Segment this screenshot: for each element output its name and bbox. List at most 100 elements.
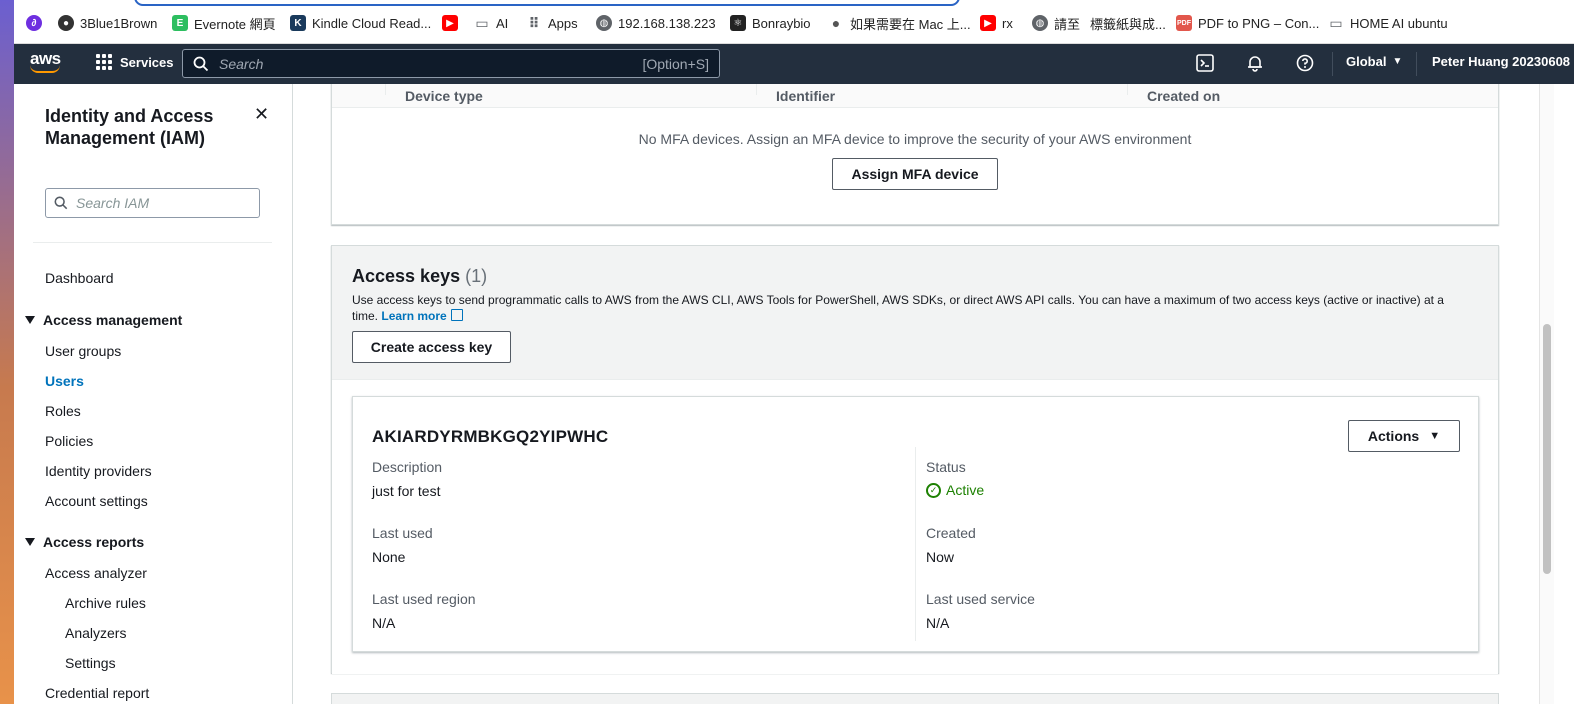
sidebar-item-access-analyzer[interactable]: Access analyzer bbox=[45, 565, 147, 581]
last-used-value: None bbox=[372, 549, 406, 565]
column-divider bbox=[385, 84, 386, 95]
services-menu[interactable]: Services bbox=[96, 54, 174, 70]
bookmark-item[interactable]: ◍ 192.168.138.223 bbox=[596, 14, 716, 32]
bookmark-label: Bonraybio bbox=[752, 15, 811, 31]
help-button[interactable] bbox=[1296, 54, 1314, 72]
sidebar-item-user-groups[interactable]: User groups bbox=[45, 343, 121, 359]
aws-logo[interactable]: aws bbox=[30, 50, 64, 76]
bookmark-item[interactable]: ⠿ Apps bbox=[526, 14, 578, 32]
access-keys-description-text: Use access keys to send programmatic cal… bbox=[352, 293, 1444, 323]
create-access-key-button[interactable]: Create access key bbox=[352, 331, 511, 363]
sidebar-divider bbox=[33, 242, 272, 243]
bookmark-item[interactable]: ● 3Blue1Brown bbox=[58, 14, 157, 32]
last-used-label: Last used bbox=[372, 525, 433, 541]
region-label: Global bbox=[1346, 54, 1387, 69]
kindle-icon: K bbox=[290, 15, 306, 31]
bookmark-item[interactable]: ● 如果需要在 Mac 上... bbox=[828, 14, 971, 32]
bookmark-item[interactable]: ⚛ Bonraybio bbox=[730, 14, 811, 32]
sidebar-item-dashboard[interactable]: Dashboard bbox=[45, 270, 114, 286]
bookmark-icon-only[interactable]: ∂ bbox=[26, 14, 42, 32]
search-icon bbox=[54, 196, 68, 210]
bookmark-label: AI bbox=[496, 15, 509, 31]
global-search-input[interactable]: Search [Option+S] bbox=[182, 49, 720, 78]
bookmark-app-icon: ∂ bbox=[26, 15, 42, 31]
cloudshell-button[interactable] bbox=[1196, 54, 1214, 72]
services-label: Services bbox=[120, 54, 174, 70]
bookmark-label: Apps bbox=[548, 15, 578, 31]
bookmark-item[interactable]: ▶ bbox=[442, 14, 458, 32]
column-device-type[interactable]: Device type bbox=[405, 88, 483, 104]
bookmark-item[interactable]: E Evernote 網頁 bbox=[172, 14, 276, 32]
address-bar[interactable] bbox=[134, 0, 960, 6]
access-keys-panel: Access keys (1) Use access keys to send … bbox=[331, 245, 1499, 674]
last-used-service-label: Last used service bbox=[926, 591, 1035, 607]
last-used-service-value: N/A bbox=[926, 615, 950, 631]
caret-down-icon bbox=[25, 538, 35, 546]
section-access-management[interactable]: Access management bbox=[25, 312, 182, 328]
notifications-button[interactable] bbox=[1246, 54, 1264, 72]
bookmark-label: Evernote 網頁 bbox=[194, 16, 276, 32]
caret-down-icon bbox=[25, 316, 35, 324]
sidebar-item-identity-providers[interactable]: Identity providers bbox=[45, 463, 152, 479]
account-menu[interactable]: Peter Huang 20230608 bbox=[1432, 54, 1570, 69]
external-link-icon[interactable] bbox=[450, 309, 463, 321]
sidebar-item-roles[interactable]: Roles bbox=[45, 403, 81, 419]
sidebar-item-archive-rules[interactable]: Archive rules bbox=[65, 595, 146, 611]
iam-search-placeholder: Search IAM bbox=[76, 195, 150, 211]
region-selector[interactable]: Global ▼ bbox=[1346, 54, 1402, 69]
bookmark-item[interactable]: ◍ 請至 bbox=[1032, 14, 1080, 32]
globe-icon: ◍ bbox=[1032, 15, 1048, 31]
search-shortcut: [Option+S] bbox=[642, 55, 709, 72]
assign-mfa-button[interactable]: Assign MFA device bbox=[832, 158, 998, 190]
status-label: Status bbox=[926, 459, 966, 475]
section-label: Access management bbox=[43, 312, 183, 328]
caret-down-icon: ▼ bbox=[1429, 430, 1441, 442]
react-icon: ⚛ bbox=[730, 15, 746, 31]
bookmark-label: 請至 bbox=[1054, 16, 1081, 32]
mfa-table-header: Device type Identifier Created on bbox=[332, 84, 1498, 108]
description-value: just for test bbox=[372, 483, 441, 499]
iam-search-input[interactable]: Search IAM bbox=[45, 188, 260, 218]
folder-icon: ▭ bbox=[475, 14, 489, 31]
bookmark-item[interactable]: K Kindle Cloud Read... bbox=[290, 14, 431, 32]
bookmark-item[interactable]: ▶ rx bbox=[980, 14, 1013, 32]
actions-button[interactable]: Actions ▼ bbox=[1348, 420, 1460, 452]
created-value: Now bbox=[926, 549, 955, 565]
column-identifier[interactable]: Identifier bbox=[776, 88, 835, 104]
bookmark-label: PDF to PNG – Con... bbox=[1198, 15, 1320, 31]
sidebar-item-credential-report[interactable]: Credential report bbox=[45, 685, 149, 701]
bookmark-folder[interactable]: ▭ HOME AI ubuntu bbox=[1328, 14, 1447, 32]
actions-label: Actions bbox=[1367, 428, 1420, 444]
sidebar-item-analyzers[interactable]: Analyzers bbox=[65, 625, 126, 641]
nav-divider bbox=[1416, 52, 1417, 76]
last-used-region-label: Last used region bbox=[372, 591, 476, 607]
mfa-devices-panel: Device type Identifier Created on No MFA… bbox=[331, 84, 1499, 225]
pdf-icon: PDF bbox=[1176, 15, 1192, 31]
scrollbar-thumb[interactable] bbox=[1543, 324, 1551, 574]
iam-sidebar: Identity and Access Management (IAM) ✕ S… bbox=[14, 84, 293, 704]
apps-grid-icon: ⠿ bbox=[528, 14, 540, 31]
section-access-reports[interactable]: Access reports bbox=[25, 534, 144, 550]
bookmarks-bar: ∂ ● 3Blue1Brown E Evernote 網頁 K Kindle C… bbox=[14, 0, 1574, 44]
evernote-icon: E bbox=[172, 15, 188, 31]
column-divider bbox=[1127, 84, 1128, 95]
close-sidebar-icon[interactable]: ✕ bbox=[254, 104, 269, 125]
bookmark-item[interactable]: 標籤紙與成... bbox=[1090, 14, 1166, 32]
account-name: Peter Huang 20230608 bbox=[1432, 54, 1571, 69]
description-label: Description bbox=[372, 459, 443, 475]
sidebar-item-account-settings[interactable]: Account settings bbox=[45, 493, 148, 509]
sidebar-item-settings[interactable]: Settings bbox=[65, 655, 116, 671]
column-created-on[interactable]: Created on bbox=[1147, 88, 1220, 104]
sidebar-item-policies[interactable]: Policies bbox=[45, 433, 93, 449]
bookmark-folder[interactable]: ▭ AI bbox=[474, 14, 508, 32]
aws-logo-text: aws bbox=[30, 49, 61, 68]
page-scrollbar[interactable] bbox=[1539, 84, 1554, 704]
bell-icon bbox=[1248, 56, 1262, 72]
bookmark-item[interactable]: PDF PDF to PNG – Con... bbox=[1176, 14, 1319, 32]
caret-down-icon: ▼ bbox=[1392, 56, 1403, 67]
section-label: Access reports bbox=[43, 534, 145, 550]
access-keys-count: (1) bbox=[465, 266, 488, 286]
learn-more-link[interactable]: Learn more bbox=[381, 309, 446, 323]
main-content: Device type Identifier Created on No MFA… bbox=[293, 84, 1539, 704]
sidebar-item-users[interactable]: Users bbox=[45, 373, 84, 389]
